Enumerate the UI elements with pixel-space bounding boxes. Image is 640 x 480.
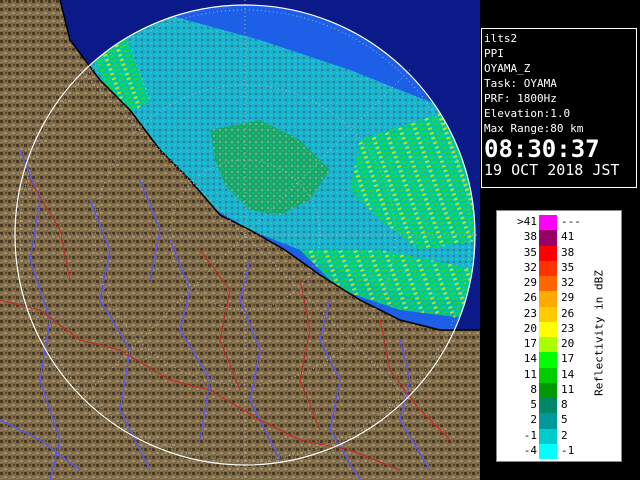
station-name: ilts2: [484, 32, 518, 45]
legend-color-swatch: [539, 306, 557, 322]
legend-low-value: 38: [523, 230, 537, 244]
field-name: OYAMA_Z: [484, 62, 531, 75]
radar-map: [0, 0, 480, 480]
legend-title-text: Reflectivity in dBZ: [592, 270, 606, 396]
legend-high-value: 32: [561, 276, 575, 289]
legend-row: 23 26: [501, 306, 591, 322]
legend-high-value: 29: [561, 291, 575, 305]
legend-color-swatch: [539, 367, 557, 383]
legend-color-swatch: [539, 215, 557, 231]
legend-color-swatch: [539, 321, 557, 337]
info-panel: ilts2 PPI OYAMA_Z Task: OYAMA PRF: 1800H…: [481, 28, 637, 188]
legend-row: -1 2: [501, 428, 591, 444]
legend-high-value: 11: [561, 382, 575, 396]
legend-row: 38 41: [501, 230, 591, 246]
legend-color-swatch: [539, 352, 557, 368]
legend-low-value: 8: [530, 382, 537, 396]
legend-row: 26 29: [501, 291, 591, 307]
legend-low-value: 2: [530, 413, 537, 427]
legend-color-swatch: [539, 260, 557, 276]
observation-date: 19 OCT 2018 JST: [484, 161, 620, 179]
observation-time: 08:30:37: [484, 135, 600, 163]
legend-high-value: ---: [561, 215, 581, 228]
legend-row: -4 -1: [501, 443, 591, 459]
legend-row: 20 23: [501, 321, 591, 337]
task-name: Task: OYAMA: [484, 77, 557, 90]
legend-low-value: 5: [530, 398, 537, 411]
legend-low-value: 17: [523, 337, 537, 350]
legend-high-value: 8: [561, 398, 568, 411]
legend-low-value: 20: [523, 321, 537, 335]
legend-color-swatch: [539, 443, 557, 459]
legend-color-swatch: [539, 413, 557, 429]
legend-color-swatch: [539, 382, 557, 398]
legend-color-swatch: [539, 276, 557, 292]
legend-row: >41 ---: [501, 215, 591, 231]
legend-row: 32 35: [501, 260, 591, 276]
legend-row: 11 14: [501, 367, 591, 383]
legend-low-value: -4: [523, 443, 537, 457]
product-type: PPI: [484, 47, 504, 60]
legend-row: 14 17: [501, 352, 591, 368]
legend-color-swatch: [539, 291, 557, 307]
legend-color-swatch: [539, 398, 557, 414]
max-range-value: Max Range:80 km: [484, 122, 584, 135]
legend-high-value: 41: [561, 230, 575, 244]
legend-color-swatch: [539, 428, 557, 444]
legend-high-value: 17: [561, 352, 575, 366]
legend-color-swatch: [539, 230, 557, 246]
legend-high-value: 35: [561, 260, 575, 274]
legend-title: Reflectivity in dBZ: [589, 211, 609, 455]
legend-high-value: 23: [561, 321, 575, 335]
legend-low-value: >41: [517, 215, 537, 228]
legend-row: 58: [501, 398, 591, 414]
legend-high-value: 20: [561, 337, 575, 350]
legend-row: 17 20: [501, 337, 591, 353]
legend-low-value: 26: [523, 291, 537, 305]
legend-row: 29 32: [501, 276, 591, 292]
legend-high-value: -1: [561, 443, 575, 457]
legend-low-value: 32: [523, 260, 537, 274]
legend-row: 8 11: [501, 382, 591, 398]
prf-value: PRF: 1800Hz: [484, 92, 557, 105]
legend-row: 25: [501, 413, 591, 429]
legend-low-value: 11: [523, 367, 537, 381]
legend-high-value: 2: [561, 428, 568, 442]
elevation-value: Elevation:1.0: [484, 107, 571, 120]
legend-low-value: 23: [523, 306, 537, 320]
legend-high-value: 26: [561, 306, 575, 320]
legend-low-value: -1: [523, 428, 537, 442]
legend-row: 35 38: [501, 245, 591, 261]
legend-low-value: 35: [523, 245, 537, 259]
legend-color-swatch: [539, 337, 557, 353]
legend-high-value: 5: [561, 413, 568, 427]
legend-color-swatch: [539, 245, 557, 261]
legend-low-value: 14: [523, 352, 537, 366]
reflectivity-legend: >41 --- 38 41 35 38 32 35 29 32 26 29 23 26 20 23 17 20 14…: [496, 210, 622, 462]
legend-high-value: 38: [561, 245, 575, 259]
legend-low-value: 29: [523, 276, 537, 289]
legend-high-value: 14: [561, 367, 575, 381]
